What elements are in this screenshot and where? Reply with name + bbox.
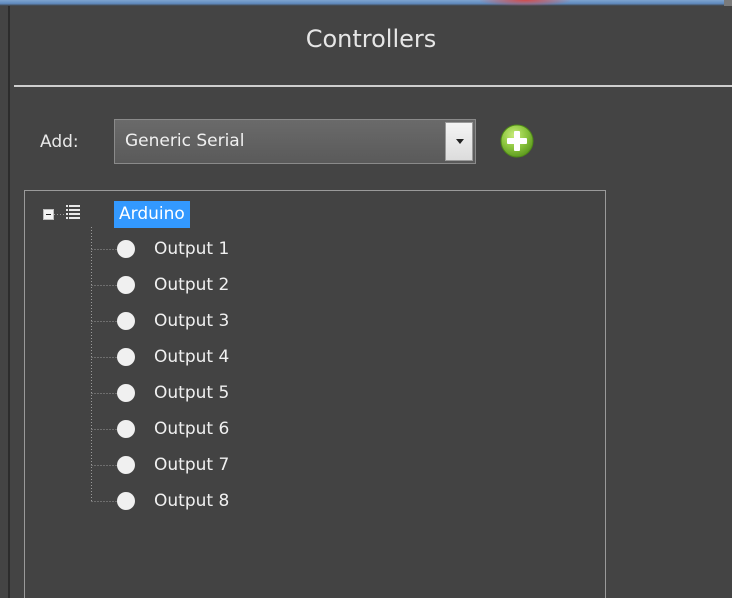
add-controller-button[interactable] <box>500 124 534 158</box>
output-label: Output 8 <box>154 491 230 511</box>
close-button-glow <box>480 0 570 6</box>
output-label: Output 3 <box>154 311 230 331</box>
controller-type-dropdown[interactable]: Generic Serial <box>114 119 476 164</box>
panel-left-edge <box>8 6 10 598</box>
output-dot-icon <box>117 240 135 258</box>
controller-type-value: Generic Serial <box>125 131 245 151</box>
output-label: Output 1 <box>154 239 230 259</box>
controllers-panel: Controllers Add: Generic Serial Arduino … <box>0 0 732 598</box>
output-dot-icon <box>117 312 135 330</box>
dropdown-toggle-button[interactable] <box>445 122 473 161</box>
output-label: Output 7 <box>154 455 230 475</box>
tree-node-output-8[interactable]: Output 8 <box>113 486 313 516</box>
plus-circle-icon <box>500 124 534 158</box>
tree-node-output-2[interactable]: Output 2 <box>113 270 313 300</box>
output-dot-icon <box>117 456 135 474</box>
output-label: Output 5 <box>154 383 230 403</box>
tree-node-output-7[interactable]: Output 7 <box>113 450 313 480</box>
tree-node-output-4[interactable]: Output 4 <box>113 342 313 372</box>
tree-node-output-3[interactable]: Output 3 <box>113 306 313 336</box>
output-dot-icon <box>117 492 135 510</box>
title-divider <box>14 85 732 87</box>
chevron-down-icon <box>456 139 464 144</box>
output-label: Output 4 <box>154 347 230 367</box>
tree-node-arduino[interactable]: Arduino <box>114 201 190 228</box>
tree-node-output-6[interactable]: Output 6 <box>113 414 313 444</box>
tree-node-output-5[interactable]: Output 5 <box>113 378 313 408</box>
panel-title: Controllers <box>305 25 437 53</box>
collapse-toggle-icon[interactable] <box>43 209 54 220</box>
output-label: Output 2 <box>154 275 230 295</box>
output-dot-icon <box>117 276 135 294</box>
tree-node-output-1[interactable]: Output 1 <box>113 234 313 264</box>
tree-connector-lines <box>54 214 117 502</box>
add-label: Add: <box>40 132 79 152</box>
output-dot-icon <box>117 384 135 402</box>
output-label: Output 6 <box>154 419 230 439</box>
window-corner <box>724 0 732 6</box>
list-icon <box>66 205 80 219</box>
output-dot-icon <box>117 348 135 366</box>
window-top-border <box>0 0 732 6</box>
output-dot-icon <box>117 420 135 438</box>
controller-tree[interactable]: Arduino Output 1 Output 2 Output 3 Outpu… <box>24 190 606 598</box>
